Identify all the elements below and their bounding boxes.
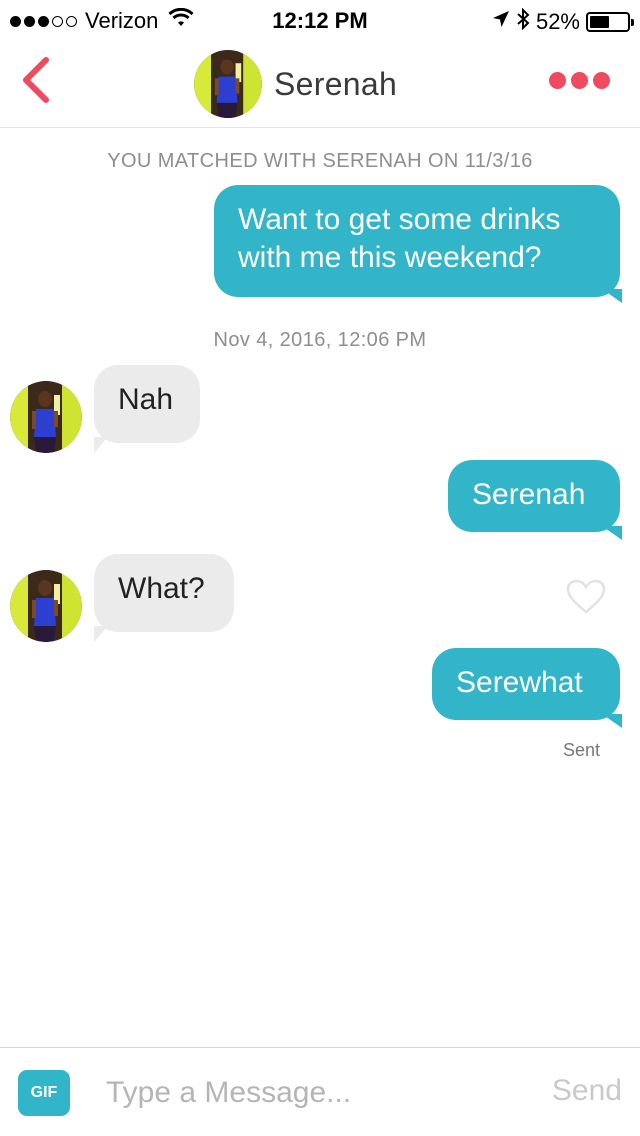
- heart-outline-icon[interactable]: [566, 579, 606, 620]
- status-right: 52%: [492, 7, 634, 36]
- sender-avatar[interactable]: [10, 570, 82, 642]
- bubble-tail: [602, 714, 622, 728]
- more-options-button[interactable]: [549, 72, 610, 89]
- message-text-line: Want to get some drinks: [238, 203, 561, 236]
- match-name[interactable]: Serenah: [274, 66, 397, 103]
- back-button[interactable]: [16, 54, 56, 110]
- bubble-tail: [602, 526, 622, 540]
- chat-header: Serenah: [0, 40, 640, 128]
- header-avatar[interactable]: [194, 50, 262, 118]
- battery-icon: [586, 12, 634, 32]
- bubble-tail: [94, 437, 108, 453]
- bubble-tail: [602, 289, 622, 303]
- message-status: Sent: [562, 740, 600, 760]
- location-arrow-icon: [492, 9, 510, 35]
- message-text-line: with me this weekend?: [238, 241, 542, 274]
- profile-link[interactable]: Serenah: [194, 50, 397, 118]
- sender-avatar[interactable]: [10, 381, 82, 453]
- match-notice: YOU MATCHED WITH SERENAH ON 11/3/16: [107, 150, 533, 172]
- battery-percent: 52%: [535, 9, 580, 34]
- gif-button[interactable]: GIF: [18, 1070, 70, 1116]
- send-button[interactable]: Send: [552, 1074, 622, 1108]
- message-composer: GIF Send: [0, 1047, 640, 1136]
- status-bar: Verizon 12:12 PM 52%: [0, 0, 640, 40]
- chat-thread[interactable]: YOU MATCHED WITH SERENAH ON 11/3/16 Want…: [0, 129, 640, 1047]
- message-timestamp: Nov 4, 2016, 12:06 PM: [213, 329, 427, 351]
- message-input[interactable]: [106, 1070, 526, 1116]
- incoming-message-bubble[interactable]: Nah: [94, 365, 200, 443]
- incoming-message-bubble[interactable]: What?: [94, 554, 234, 632]
- back-chevron-icon: [23, 57, 49, 103]
- message-text: What?: [118, 572, 205, 605]
- bluetooth-icon: [516, 7, 530, 36]
- outgoing-message-bubble[interactable]: Serewhat: [432, 648, 620, 720]
- message-text: Nah: [118, 383, 174, 416]
- battery-fill: [590, 16, 609, 28]
- outgoing-message-bubble[interactable]: Serenah: [448, 460, 620, 532]
- message-text: Serewhat: [456, 666, 583, 699]
- bubble-tail: [94, 626, 108, 642]
- message-text: Serenah: [472, 478, 586, 511]
- outgoing-message-bubble[interactable]: Want to get some drinks with me this wee…: [214, 185, 620, 297]
- more-dots-icon: [549, 72, 566, 89]
